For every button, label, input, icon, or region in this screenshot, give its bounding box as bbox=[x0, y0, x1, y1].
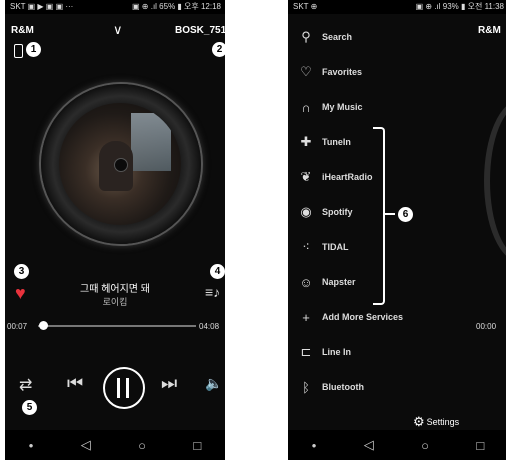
playlist-icon[interactable]: ≡♪ bbox=[205, 284, 220, 300]
status-left: SKT ▣ ▶ ▣ ▣ ··· bbox=[10, 2, 74, 11]
menu-item-tidal[interactable]: ⁖ TIDAL bbox=[298, 237, 349, 257]
settings-button[interactable]: ⚙ Settings bbox=[413, 414, 459, 430]
tunein-icon: ✚ bbox=[300, 134, 312, 149]
menu-item-label: Napster bbox=[322, 277, 356, 287]
menu-item-favorites[interactable]: ♡ Favorites bbox=[298, 62, 362, 82]
time-total: 04:08 bbox=[199, 322, 220, 331]
menu-item-napster[interactable]: ☺ Napster bbox=[298, 272, 356, 292]
callout-6: 6 bbox=[398, 207, 413, 222]
callout-2: 2 bbox=[212, 42, 225, 57]
repeat-icon[interactable]: ⇄ bbox=[19, 375, 32, 395]
menu-item-label: Search bbox=[322, 32, 353, 42]
napster-icon: ☺ bbox=[299, 274, 313, 290]
artist-name: 로이킴 bbox=[102, 297, 128, 307]
menu-item-label: iHeartRadio bbox=[322, 172, 373, 182]
system-nav-bar: • ◁ ○ □ bbox=[288, 430, 506, 460]
favorite-heart-icon[interactable]: ♥ bbox=[15, 284, 26, 302]
line-in-icon: ⊏ bbox=[300, 344, 312, 359]
system-nav-bar: • ◁ ○ □ bbox=[5, 430, 225, 460]
play-pause-button[interactable] bbox=[103, 367, 145, 409]
callout-1: 1 bbox=[26, 42, 41, 57]
peek-brand: R&M bbox=[478, 25, 501, 36]
callout-4: 4 bbox=[210, 264, 225, 279]
menu-item-label: TIDAL bbox=[322, 242, 349, 252]
menu-item-label: TuneIn bbox=[322, 137, 351, 147]
plus-icon: + bbox=[302, 309, 310, 325]
tidal-icon: ⁖ bbox=[302, 239, 310, 254]
callout-3: 3 bbox=[14, 264, 29, 279]
disc-center-hole bbox=[114, 158, 128, 172]
menu-item-label: Spotify bbox=[322, 207, 353, 217]
nav-back-icon[interactable]: ◁ bbox=[81, 437, 91, 453]
time-elapsed: 00:07 bbox=[7, 322, 28, 331]
status-bar: SKT ▣ ▶ ▣ ▣ ··· ▣ ⊕ .ıl 65% ▮ 오후 12:18 bbox=[5, 0, 225, 14]
settings-label: Settings bbox=[426, 417, 460, 427]
services-bracket-tick bbox=[385, 213, 395, 215]
nav-dot-icon[interactable]: • bbox=[29, 438, 34, 453]
menu-item-spotify[interactable]: ◉ Spotify bbox=[298, 202, 353, 222]
bluetooth-icon: ᛒ bbox=[302, 379, 310, 395]
nav-home-icon[interactable]: ○ bbox=[138, 438, 146, 453]
nav-recents-icon[interactable]: □ bbox=[476, 438, 484, 453]
menu-screen: SKT ⊕ ▣ ⊕ .ıl 93% ▮ 오전 11:38 R&M 00:00 ⚲… bbox=[288, 0, 506, 460]
status-left: SKT ⊕ bbox=[293, 2, 318, 11]
progress-thumb[interactable] bbox=[38, 321, 48, 330]
progress-bar[interactable] bbox=[38, 325, 196, 327]
headphones-icon: ∩ bbox=[301, 99, 311, 115]
menu-item-label: Line In bbox=[322, 347, 351, 357]
background-disc-peek bbox=[484, 100, 506, 262]
spotify-icon: ◉ bbox=[300, 204, 312, 219]
volume-icon[interactable]: 🔈 bbox=[205, 375, 222, 392]
menu-item-add-more-services[interactable]: + Add More Services bbox=[298, 307, 403, 327]
heart-icon: ♡ bbox=[300, 64, 312, 79]
menu-item-label: Bluetooth bbox=[322, 382, 364, 392]
status-bar: SKT ⊕ ▣ ⊕ .ıl 93% ▮ 오전 11:38 bbox=[288, 0, 506, 14]
next-track-icon[interactable]: ⏭ bbox=[161, 373, 177, 394]
search-icon: ⚲ bbox=[301, 29, 311, 44]
nav-recents-icon[interactable]: □ bbox=[193, 438, 201, 453]
now-playing-screen: SKT ▣ ▶ ▣ ▣ ··· ▣ ⊕ .ıl 65% ▮ 오후 12:18 R… bbox=[5, 0, 225, 460]
status-right: ▣ ⊕ .ıl 93% ▮ 오전 11:38 bbox=[415, 2, 504, 11]
phone-icon[interactable] bbox=[14, 44, 23, 58]
menu-item-my-music[interactable]: ∩ My Music bbox=[298, 97, 363, 117]
peek-time: 00:00 bbox=[476, 322, 497, 331]
callout-5: 5 bbox=[22, 400, 37, 415]
menu-item-bluetooth[interactable]: ᛒ Bluetooth bbox=[298, 377, 364, 397]
device-name[interactable]: BOSK_7511 bbox=[175, 25, 225, 36]
song-title: 그때 헤어지면 돼 bbox=[80, 284, 150, 295]
nav-dot-icon[interactable]: • bbox=[312, 438, 317, 453]
menu-item-tunein[interactable]: ✚ TuneIn bbox=[298, 132, 351, 152]
nav-home-icon[interactable]: ○ bbox=[421, 438, 429, 453]
gear-icon: ⚙ bbox=[413, 414, 425, 429]
nav-back-icon[interactable]: ◁ bbox=[364, 437, 374, 453]
menu-item-label: My Music bbox=[322, 102, 363, 112]
previous-track-icon[interactable]: ⏮ bbox=[67, 373, 83, 394]
menu-item-iheartradio[interactable]: ❦ iHeartRadio bbox=[298, 167, 373, 187]
menu-item-label: Add More Services bbox=[322, 312, 404, 322]
collapse-chevron-icon[interactable]: ∨ bbox=[113, 22, 123, 38]
iheartradio-icon: ❦ bbox=[300, 169, 312, 184]
menu-item-line-in[interactable]: ⊏ Line In bbox=[298, 342, 351, 362]
brand-label: R&M bbox=[11, 25, 34, 36]
menu-item-search[interactable]: ⚲ Search bbox=[298, 27, 352, 47]
status-right: ▣ ⊕ .ıl 65% ▮ 오후 12:18 bbox=[132, 2, 221, 11]
services-bracket bbox=[373, 127, 385, 305]
menu-item-label: Favorites bbox=[322, 67, 363, 77]
